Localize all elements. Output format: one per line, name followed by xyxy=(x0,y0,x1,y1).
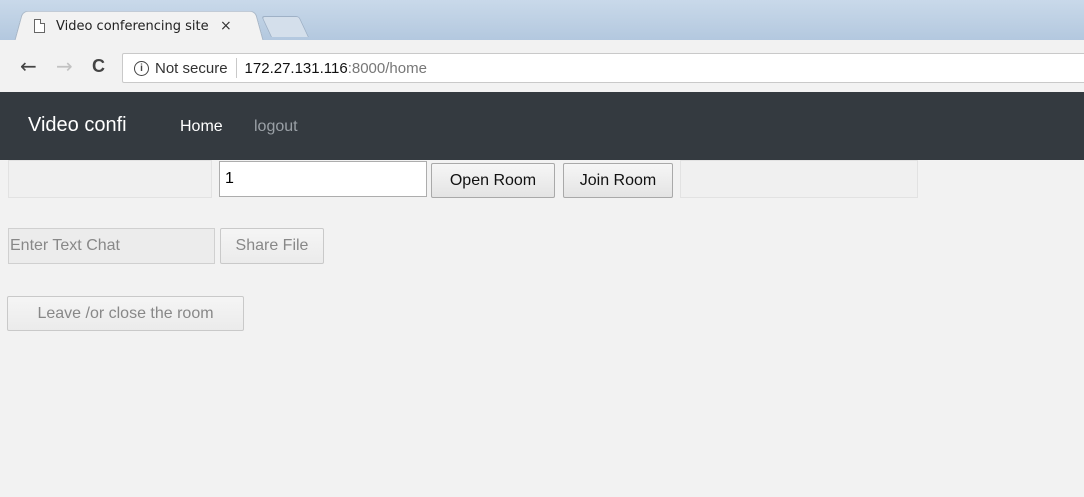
leave-room-button[interactable]: Leave /or close the room xyxy=(7,296,244,331)
open-room-button[interactable]: Open Room xyxy=(431,163,555,198)
url-path[interactable]: :8000/home xyxy=(348,60,427,77)
back-arrow-icon[interactable]: ← xyxy=(20,56,37,76)
reload-icon[interactable]: C xyxy=(92,56,105,76)
nav-link-home[interactable]: Home xyxy=(180,118,223,136)
security-label[interactable]: Not secure xyxy=(155,60,228,77)
nav-link-logout[interactable]: logout xyxy=(254,118,298,136)
site-navbar: Video confi Home logout xyxy=(0,92,1084,160)
new-tab-button[interactable] xyxy=(261,16,309,37)
browser-toolbar: ← → C i Not secure 172.27.131.116:8000/h… xyxy=(0,40,1084,93)
url-separator xyxy=(235,58,237,78)
video-placeholder-left xyxy=(8,160,212,198)
browser-tab-content: Video conferencing site × xyxy=(34,14,232,38)
text-chat-input[interactable]: Enter Text Chat xyxy=(8,228,215,264)
info-icon[interactable]: i xyxy=(134,60,149,76)
share-file-button[interactable]: Share File xyxy=(220,228,324,264)
room-id-input[interactable]: 1 xyxy=(219,161,427,197)
page-icon xyxy=(34,19,45,33)
join-room-button[interactable]: Join Room xyxy=(563,163,673,198)
url-host[interactable]: 172.27.131.116 xyxy=(245,60,348,77)
tab-title: Video conferencing site xyxy=(56,18,209,34)
address-bar[interactable]: i Not secure 172.27.131.116:8000/home xyxy=(122,53,1084,83)
browser-tab-strip: Video conferencing site × xyxy=(0,0,1084,40)
site-brand[interactable]: Video confi xyxy=(28,114,127,137)
close-icon[interactable]: × xyxy=(220,18,232,34)
forward-arrow-icon[interactable]: → xyxy=(56,56,73,76)
video-placeholder-right xyxy=(680,160,918,198)
